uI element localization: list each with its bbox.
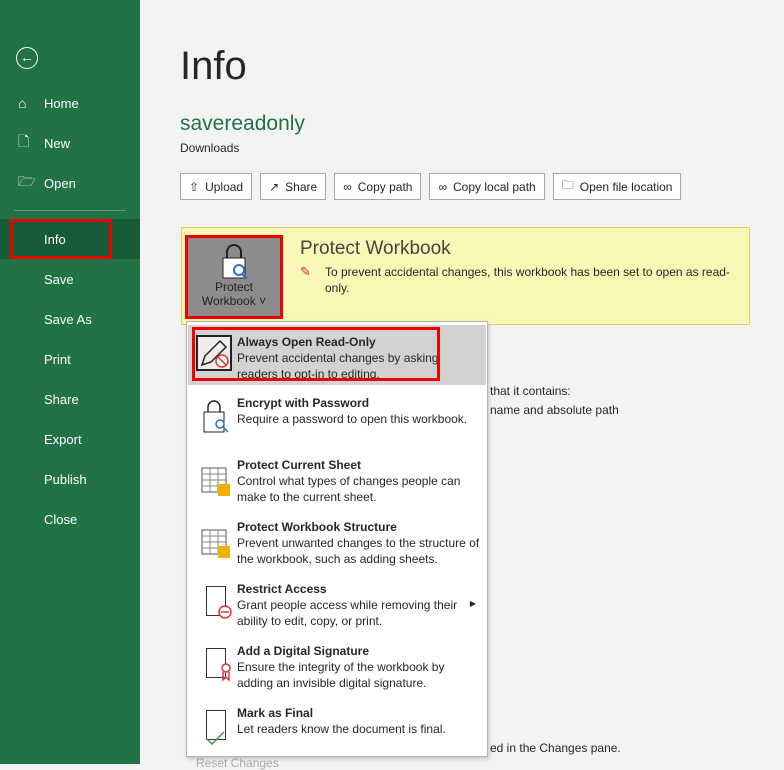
doc-check-icon <box>200 708 234 746</box>
workbook-lock-icon <box>200 522 234 560</box>
link-icon: ∞ <box>438 179 448 194</box>
upload-icon: ⇧ <box>189 179 200 194</box>
lock-key-icon <box>219 244 249 280</box>
sidebar-item-publish[interactable]: Publish <box>0 459 140 499</box>
sidebar-item-share[interactable]: Share <box>0 379 140 419</box>
arrow-left-icon: ← <box>20 49 34 65</box>
new-doc-icon: 🗋 <box>18 133 30 149</box>
sidebar-item-home[interactable]: ⌂ Home <box>0 83 140 123</box>
submenu-arrow-icon: ▶ <box>469 599 476 608</box>
reset-changes-button[interactable]: Reset Changes <box>196 756 279 770</box>
protect-workbook-menu: Always Open Read-Only Prevent accidental … <box>186 321 488 757</box>
file-name: savereadonly <box>180 112 305 135</box>
folder-icon: 🗀 <box>561 178 574 192</box>
share-icon: ↗ <box>269 179 280 194</box>
menu-item-restrict-access[interactable]: Restrict Access Grant people access while… <box>188 572 486 634</box>
menu-item-mark-as-final[interactable]: Mark as Final Let readers know the docume… <box>188 696 486 758</box>
lock-key-icon <box>200 398 234 436</box>
sidebar-item-save[interactable]: Save <box>0 259 140 299</box>
menu-item-add-digital-signature[interactable]: Add a Digital Signature Ensure the integr… <box>188 634 486 696</box>
copy-local-path-button[interactable]: ∞ Copy local path <box>429 173 545 200</box>
open-file-location-button[interactable]: 🗀 Open file location <box>552 173 682 200</box>
sidebar-item-export[interactable]: Export <box>0 419 140 459</box>
link-icon: ∞ <box>343 179 352 194</box>
protect-description: To prevent accidental changes, this work… <box>325 265 730 295</box>
file-location: Downloads <box>180 141 240 155</box>
chevron-down-icon: ˅ <box>259 294 267 308</box>
share-button[interactable]: ↗ Share <box>260 173 327 200</box>
doc-ribbon-icon <box>200 646 234 684</box>
backstage-sidebar: ← ⌂ Home 🗋 New 🗁 Open Info Save Save As Pri… <box>0 0 140 764</box>
folder-icon: 🗁 <box>18 173 36 189</box>
highlight-box <box>10 219 112 259</box>
inspect-text: name and absolute path <box>490 403 619 417</box>
home-icon: ⌂ <box>18 95 27 111</box>
copy-path-button[interactable]: ∞ Copy path <box>334 173 422 200</box>
sidebar-item-new[interactable]: 🗋 New <box>0 123 140 163</box>
inspect-text: that it contains: <box>490 384 571 398</box>
upload-button[interactable]: ⇧ Upload <box>180 173 253 200</box>
menu-item-protect-current-sheet[interactable]: Protect Current Sheet Control what types … <box>188 448 486 510</box>
page-title: Info <box>180 44 247 88</box>
highlight-box <box>192 327 440 381</box>
protect-workbook-button[interactable]: Protect Workbook ˅ <box>185 235 283 319</box>
pencil-prohibited-icon: ✎ <box>300 264 311 279</box>
sidebar-item-close[interactable]: Close <box>0 499 140 539</box>
sidebar-item-open[interactable]: 🗁 Open <box>0 163 140 203</box>
sidebar-item-save-as[interactable]: Save As <box>0 299 140 339</box>
menu-item-encrypt-with-password[interactable]: Encrypt with Password Require a password … <box>188 386 486 448</box>
protect-title: Protect Workbook <box>300 238 451 259</box>
back-button[interactable]: ← <box>16 47 38 69</box>
doc-restrict-icon <box>200 584 234 622</box>
sheet-lock-icon <box>200 460 234 498</box>
sidebar-item-print[interactable]: Print <box>0 339 140 379</box>
file-actions: ⇧ Upload ↗ Share ∞ Copy path ∞ Copy local pa… <box>180 173 682 200</box>
divider <box>14 210 126 211</box>
menu-item-protect-workbook-structure[interactable]: Protect Workbook Structure Prevent unwant… <box>188 510 486 572</box>
versions-text: ed in the Changes pane. <box>490 741 621 755</box>
